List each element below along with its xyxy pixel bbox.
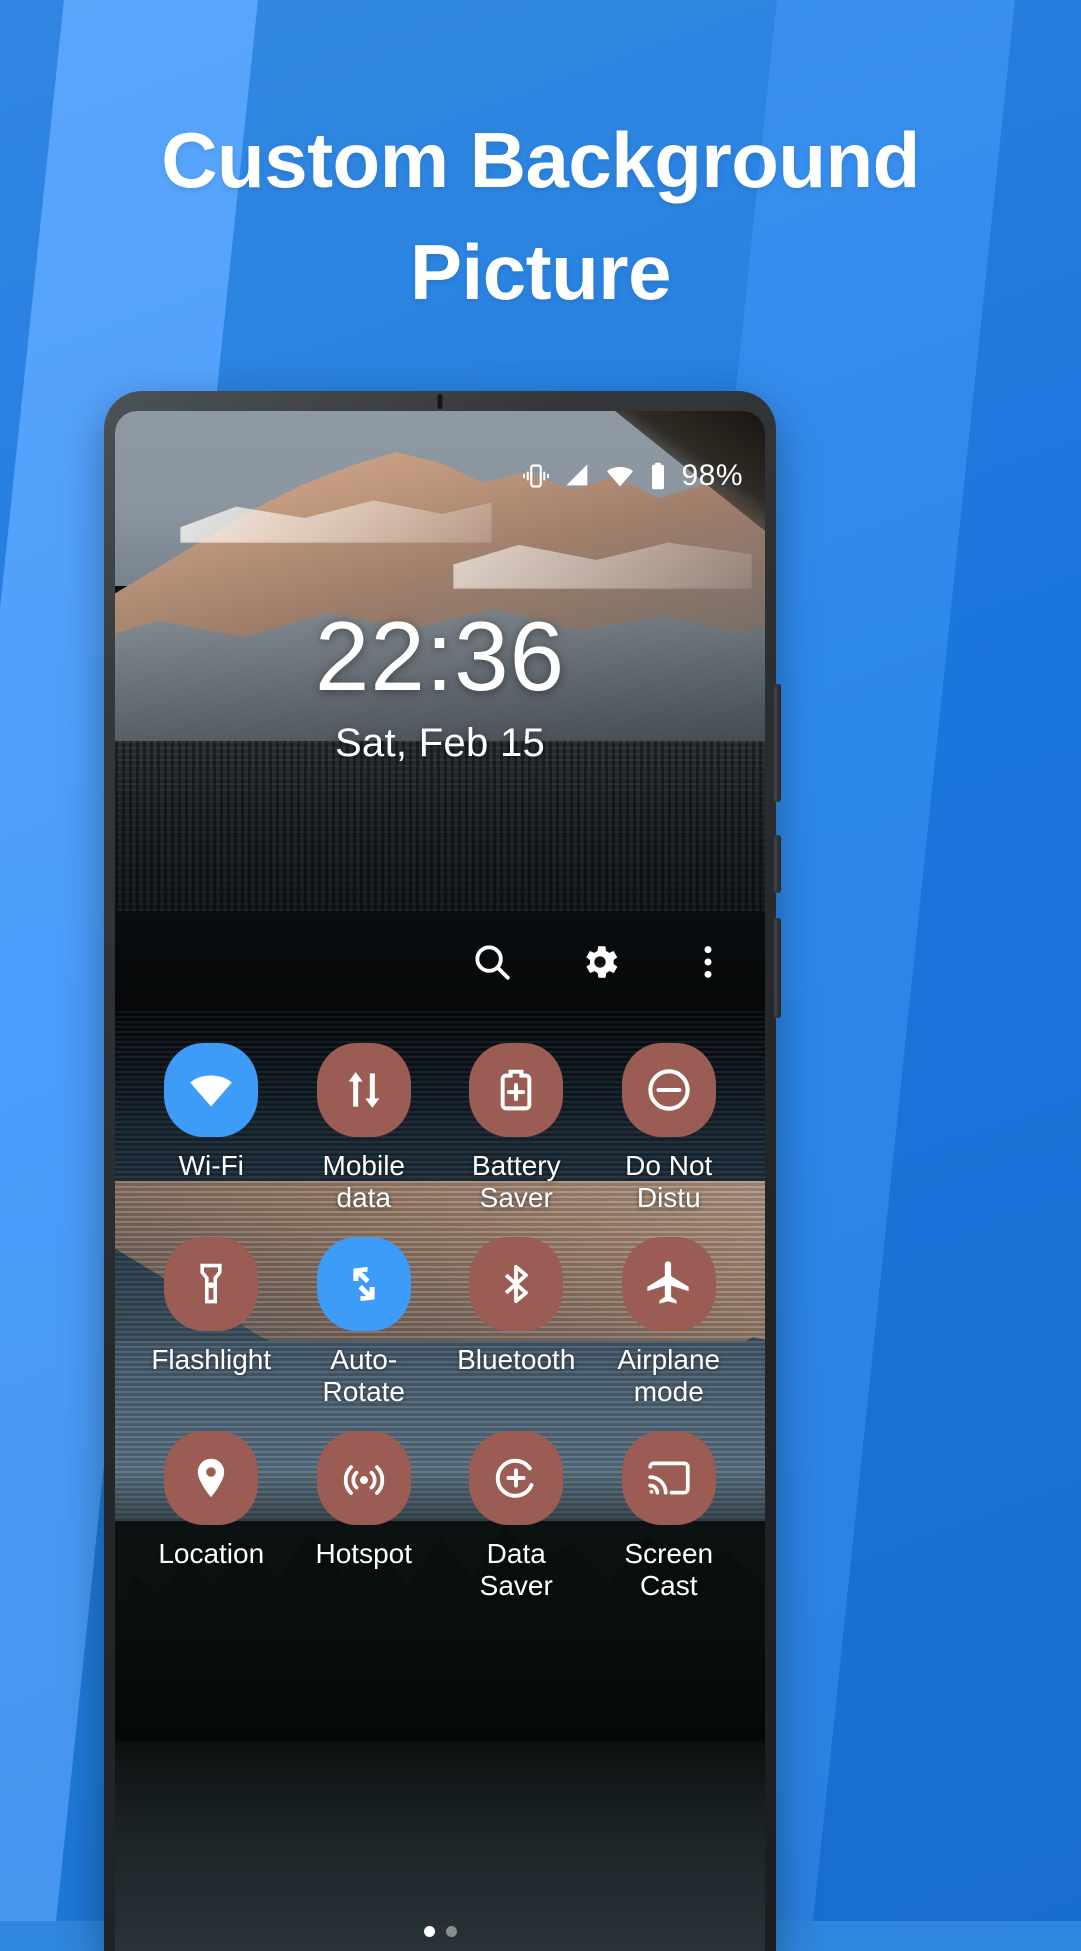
quick-tile-mobile-data[interactable]: Mobile data: [288, 1043, 441, 1215]
phone-mockup: 98% 22:36 Sat, Feb 15: [104, 391, 776, 1951]
quick-tile-label: Airplane mode: [599, 1344, 739, 1409]
phone-side-button-assistant[interactable]: [774, 918, 781, 1018]
headline-line-1: Custom Background: [40, 104, 1041, 216]
quick-tile-label: Bluetooth: [457, 1344, 575, 1376]
phone-screen: 98% 22:36 Sat, Feb 15: [115, 411, 765, 1951]
quick-tile-battery-saver[interactable]: Battery Saver: [440, 1043, 593, 1215]
headline-line-2: Picture: [40, 216, 1041, 328]
wallpaper-foreground-ground: [115, 1741, 765, 1951]
quick-tile-do-not-disturb[interactable]: Do Not Distu: [593, 1043, 746, 1215]
quick-tile-location[interactable]: Location: [135, 1431, 288, 1603]
quick-tile-flashlight[interactable]: Flashlight: [135, 1237, 288, 1409]
quick-tile-hotspot[interactable]: Hotspot: [288, 1431, 441, 1603]
quick-tile-wifi[interactable]: Wi-Fi: [135, 1043, 288, 1215]
battery-saver-icon: [469, 1043, 563, 1137]
mobile-data-icon: [317, 1043, 411, 1137]
location-pin-icon: [164, 1431, 258, 1525]
quick-tile-bluetooth[interactable]: Bluetooth: [440, 1237, 593, 1409]
clock-date: Sat, Feb 15: [115, 721, 765, 766]
auto-rotate-icon: [317, 1237, 411, 1331]
gear-icon[interactable]: [577, 939, 623, 985]
quick-tile-label: Mobile data: [294, 1150, 434, 1215]
quick-settings-grid: Wi-Fi Mobile data: [115, 1043, 765, 1603]
battery-icon: [648, 461, 668, 491]
quick-tile-label: Auto-Rotate: [294, 1344, 434, 1409]
quick-tile-label: Do Not Distu: [599, 1150, 739, 1215]
clock-time: 22:36: [115, 607, 765, 705]
airplane-icon: [622, 1237, 716, 1331]
status-bar: 98%: [115, 455, 765, 497]
flashlight-icon: [164, 1237, 258, 1331]
quick-tile-data-saver[interactable]: Data Saver: [440, 1431, 593, 1603]
do-not-disturb-icon: [622, 1043, 716, 1137]
phone-side-button-power[interactable]: [774, 835, 781, 893]
page-indicator: [115, 1926, 765, 1937]
signal-icon: [564, 462, 592, 490]
page-dot[interactable]: [424, 1926, 435, 1937]
page-dot[interactable]: [446, 1926, 457, 1937]
wifi-icon: [605, 461, 635, 491]
quick-tile-label: Flashlight: [151, 1344, 271, 1376]
quick-tile-label: Wi-Fi: [179, 1150, 244, 1182]
lockscreen-clock-widget: 22:36 Sat, Feb 15: [115, 607, 765, 766]
quick-tile-label: Battery Saver: [446, 1150, 586, 1215]
quick-tile-auto-rotate[interactable]: Auto-Rotate: [288, 1237, 441, 1409]
quick-tile-label: Data Saver: [446, 1538, 586, 1603]
vibrate-icon: [521, 461, 551, 491]
quick-tile-screen-cast[interactable]: Screen Cast: [593, 1431, 746, 1603]
quick-tile-label: Location: [158, 1538, 264, 1570]
quick-tile-label: Screen Cast: [599, 1538, 739, 1603]
search-icon[interactable]: [469, 939, 515, 985]
bluetooth-icon: [469, 1237, 563, 1331]
quick-tile-airplane-mode[interactable]: Airplane mode: [593, 1237, 746, 1409]
promo-headline: Custom Background Picture: [0, 104, 1081, 329]
wifi-icon: [164, 1043, 258, 1137]
overflow-menu-icon[interactable]: [685, 939, 731, 985]
lockscreen-toolbar: [469, 939, 731, 985]
hotspot-icon: [317, 1431, 411, 1525]
quick-tile-label: Hotspot: [316, 1538, 413, 1570]
phone-side-button-volume[interactable]: [774, 684, 781, 802]
screen-cast-icon: [622, 1431, 716, 1525]
camera-notch: [438, 394, 443, 409]
battery-percent-label: 98%: [681, 459, 743, 493]
data-saver-icon: [469, 1431, 563, 1525]
